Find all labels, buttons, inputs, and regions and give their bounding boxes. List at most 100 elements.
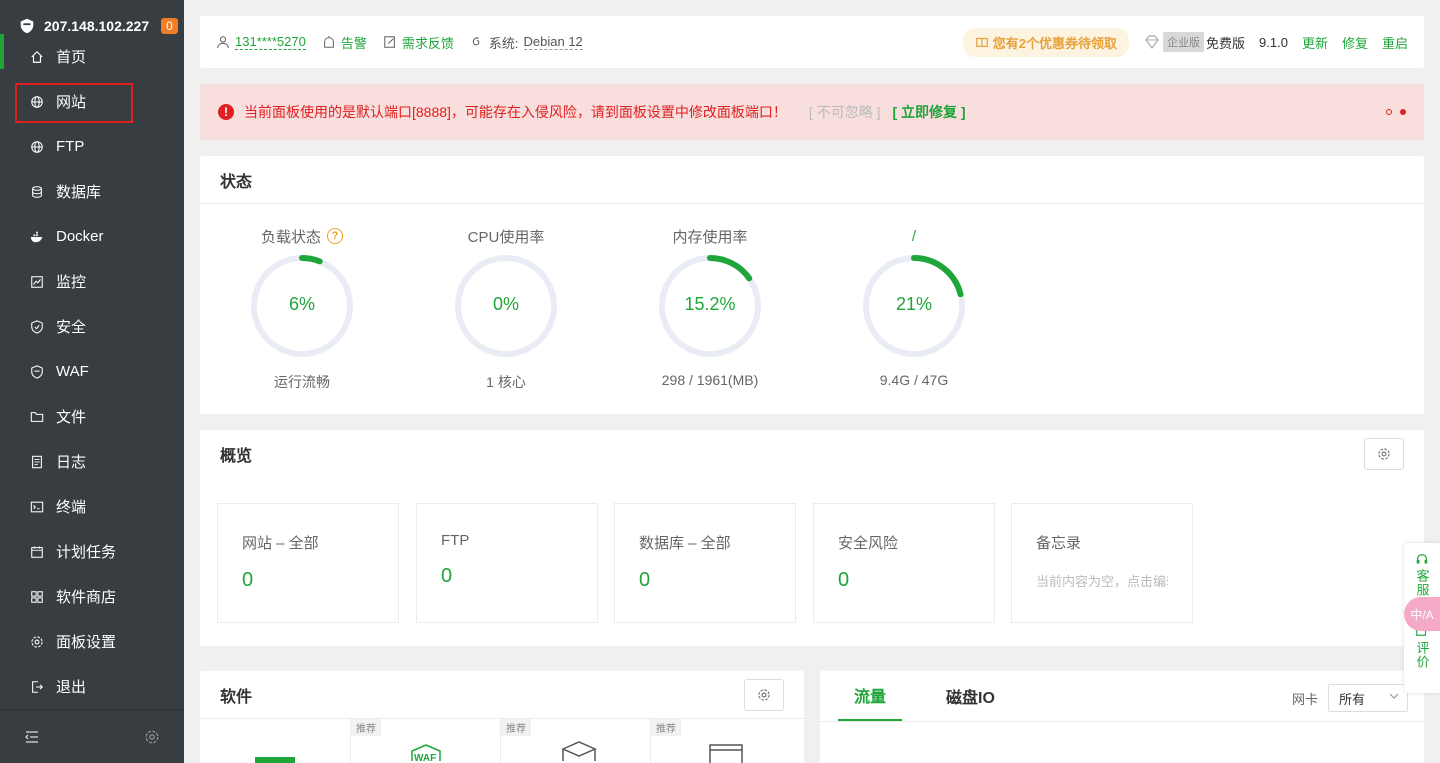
cpu-gauge[interactable]: CPU使用率 0% 1 核心 <box>446 226 566 392</box>
sidebar-item-database[interactable]: 数据库 <box>0 169 184 214</box>
monitor-icon <box>31 275 43 288</box>
feedback-label[interactable]: 需求反馈 <box>402 33 454 52</box>
software-item[interactable]: 推荐 <box>650 719 800 763</box>
software-item[interactable] <box>200 719 350 763</box>
sidebar-item-label: WAF <box>56 363 89 380</box>
gauge-sub: 298 / 1961(MB) <box>661 372 759 388</box>
card-label: 安全风险 <box>838 535 899 552</box>
card-value[interactable]: 0 <box>639 569 771 592</box>
overview-card-databases[interactable]: 数据库 – 全部 0 <box>614 503 796 623</box>
feedback-link[interactable]: 需求反馈 <box>383 33 454 52</box>
panel-logo-icon <box>20 18 34 34</box>
gauge-value: 15.2% <box>684 294 736 314</box>
repair-button[interactable]: 修复 <box>1342 33 1368 52</box>
alert-pager <box>1386 109 1406 115</box>
overview-card-websites[interactable]: 网站 – 全部 0 <box>217 503 399 623</box>
software-item[interactable]: 推荐 <box>500 719 650 763</box>
edit-icon <box>384 36 395 48</box>
pager-dot-active[interactable] <box>1400 109 1406 115</box>
sidebar-item-settings[interactable]: 面板设置 <box>0 619 184 664</box>
edition-info[interactable]: 企业版 免费版 <box>1143 32 1245 52</box>
software-item-waf[interactable]: 推荐 WAF <box>350 719 500 763</box>
sidebar-item-terminal[interactable]: 终端 <box>0 484 184 529</box>
gauge-value: 21% <box>895 294 933 314</box>
diamond-icon <box>1145 35 1159 49</box>
sidebar-item-waf[interactable]: WAF <box>0 349 184 394</box>
version-label: 9.1.0 <box>1259 34 1288 50</box>
gauge-ring: 0% <box>452 252 560 360</box>
update-button[interactable]: 更新 <box>1302 33 1328 52</box>
memo-placeholder[interactable]: 当前内容为空，点击编辑 <box>1036 571 1168 590</box>
tab-divider <box>820 721 1424 722</box>
software-title: 软件 <box>200 671 804 719</box>
gauge-title: 内存使用率 <box>672 228 748 246</box>
help-icon[interactable]: ? <box>327 228 343 244</box>
status-title: 状态 <box>200 156 1424 204</box>
coupon-button[interactable]: 您有2个优惠券待领取 <box>962 27 1130 57</box>
overview-settings-button[interactable] <box>1364 438 1404 470</box>
load-gauge[interactable]: 负载状态? 6% 运行流畅 <box>242 226 362 392</box>
sidebar-item-website[interactable]: 网站 <box>0 79 184 124</box>
sidebar-item-ftp[interactable]: FTP <box>0 124 184 169</box>
sidebar-item-home[interactable]: 首页 <box>0 34 184 79</box>
overview-card-security[interactable]: 安全风险 0 <box>813 503 995 623</box>
user-name[interactable]: 131****5270 <box>235 34 306 50</box>
overview-card-memo[interactable]: 备忘录 当前内容为空，点击编辑 <box>1011 503 1193 623</box>
sidebar-item-label: 软件商店 <box>56 589 117 606</box>
sidebar-item-security[interactable]: 安全 <box>0 304 184 349</box>
sidebar-item-cron[interactable]: 计划任务 <box>0 529 184 574</box>
sidebar-item-logs[interactable]: 日志 <box>0 439 184 484</box>
pager-dot[interactable] <box>1386 109 1392 115</box>
card-label: 数据库 – 全部 <box>639 535 731 552</box>
disk-gauge[interactable]: / 21% 9.4G / 47G <box>854 226 974 388</box>
waf-label: WAF <box>414 753 437 763</box>
sidebar-item-files[interactable]: 文件 <box>0 394 184 439</box>
overview-card-ftp[interactable]: FTP 0 <box>416 503 598 623</box>
port-warning-alert: ! 当前面板使用的是默认端口[8888]，可能存在入侵风险，请到面板设置中修改面… <box>200 84 1424 140</box>
review-button[interactable]: 评价 <box>1413 641 1432 669</box>
user-account[interactable]: 131****5270 <box>216 34 306 50</box>
sidebar-item-store[interactable]: 软件商店 <box>0 574 184 619</box>
edition-label: 免费版 <box>1206 35 1246 51</box>
alarm-link[interactable]: 告警 <box>322 33 367 52</box>
shield-icon <box>31 319 43 334</box>
gauge-sub: 运行流畅 <box>274 374 330 390</box>
card-value[interactable]: 0 <box>441 565 573 588</box>
collapse-menu-icon[interactable] <box>24 729 40 745</box>
memory-gauge[interactable]: 内存使用率 15.2% 298 / 1961(MB) <box>650 226 770 388</box>
card-value[interactable]: 0 <box>242 569 374 592</box>
chevron-down-icon <box>1389 693 1399 699</box>
customer-service-button[interactable]: 客服 <box>1413 569 1432 597</box>
message-badge[interactable]: 0 <box>161 18 178 34</box>
sidebar-item-monitor[interactable]: 监控 <box>0 259 184 304</box>
sidebar-item-docker[interactable]: Docker <box>0 214 184 259</box>
tab-traffic[interactable]: 流量 <box>838 671 903 721</box>
overview-title: 概览 <box>220 448 253 465</box>
translate-button[interactable]: 中/A <box>1404 597 1440 631</box>
software-settings-button[interactable] <box>744 679 784 711</box>
sidebar-item-label: 网站 <box>56 94 87 111</box>
alert-message: 当前面板使用的是默认端口[8888]，可能存在入侵风险，请到面板设置中修改面板端… <box>244 104 787 120</box>
headset-icon[interactable] <box>1415 553 1429 567</box>
sidebar-footer <box>0 709 184 763</box>
sidebar: 207.148.102.227 0 首页 网站 FTP 数据库 Docker 监… <box>0 0 184 763</box>
sidebar-item-label: 终端 <box>56 499 87 516</box>
status-panel: 状态 负载状态? 6% 运行流畅 CPU使用率 0% 1 核心 内存使用率 15… <box>200 156 1424 414</box>
tab-disk-io[interactable]: 磁盘IO <box>946 671 995 721</box>
server-ip: 207.148.102.227 <box>44 18 150 34</box>
gear-icon[interactable] <box>144 729 160 745</box>
sidebar-item-label: 面板设置 <box>56 634 117 651</box>
nic-select[interactable]: 所有 <box>1328 684 1408 712</box>
restart-button[interactable]: 重启 <box>1382 33 1408 52</box>
sidebar-item-logout[interactable]: 退出 <box>0 664 184 709</box>
card-value[interactable]: 0 <box>838 569 970 592</box>
shield-icon <box>31 364 43 379</box>
sidebar-item-label: 首页 <box>56 49 87 66</box>
ignore-button: [ 不可忽略 ] <box>808 104 881 120</box>
globe-icon <box>31 140 43 153</box>
fix-now-button[interactable]: [ 立即修复 ] <box>892 102 965 122</box>
database-icon <box>32 185 42 198</box>
nginx-icon <box>255 757 295 763</box>
gauge-title: / <box>911 227 917 245</box>
alarm-label[interactable]: 告警 <box>341 33 367 52</box>
